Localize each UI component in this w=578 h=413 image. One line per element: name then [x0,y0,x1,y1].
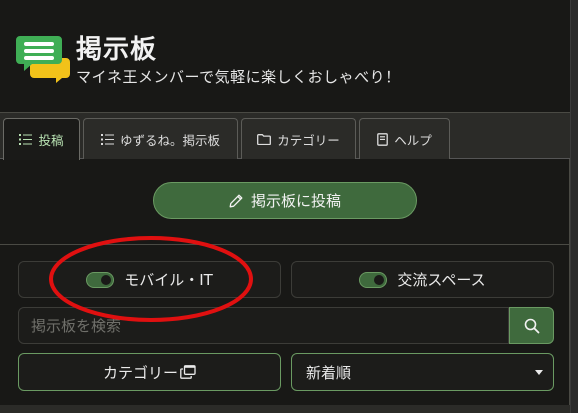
external-window-icon [180,365,196,379]
tab-posts[interactable]: 投稿 [3,118,80,160]
list-icon [100,133,114,145]
toggle-switch[interactable] [86,271,115,288]
post-button-label: 掲示板に投稿 [250,192,341,210]
tab-bar: 投稿 ゆずるね。掲示板 カテゴリー ヘルプ [0,113,570,160]
book-icon [377,132,389,146]
tab-label: カテゴリー [277,132,340,148]
page-title: 掲示板 [76,35,158,65]
search-input[interactable] [18,307,509,344]
toggle-label: モバイル・IT [124,271,213,289]
search-icon [524,318,539,333]
toggle-mobile-it[interactable]: モバイル・IT [18,261,281,298]
tab-label: ヘルプ [394,132,432,148]
search-button[interactable] [509,307,554,344]
bottom-edge [0,405,570,413]
sort-selected-value: 新着順 [306,363,352,382]
tab-categories[interactable]: カテゴリー [241,118,356,159]
tab-help[interactable]: ヘルプ [359,118,450,159]
list-icon [19,134,33,145]
scrollbar[interactable] [571,0,578,413]
chat-bubbles-icon [16,36,70,83]
toggle-switch[interactable] [359,271,388,288]
sort-order-select[interactable]: 新着順 [291,353,554,391]
page-subtitle: マイネ王メンバーで気軽に楽しくおしゃべり！ [76,68,401,86]
category-select-button[interactable]: カテゴリー [18,353,281,391]
pencil-icon [229,194,243,207]
tab-yuzurune-board[interactable]: ゆずるね。掲示板 [83,118,238,159]
section-divider [0,244,570,245]
folder-icon [257,133,272,145]
chevron-down-icon [535,369,543,375]
tab-label: ゆずるね。掲示板 [119,132,220,148]
toggle-community-space[interactable]: 交流スペース [291,261,554,298]
toggle-label: 交流スペース [397,271,486,289]
site-header: 掲示板 マイネ王メンバーで気軽に楽しくおしゃべり！ [0,0,570,113]
post-to-board-button[interactable]: 掲示板に投稿 [153,182,417,219]
category-button-label: カテゴリー [102,363,178,382]
tab-label: 投稿 [38,133,64,148]
